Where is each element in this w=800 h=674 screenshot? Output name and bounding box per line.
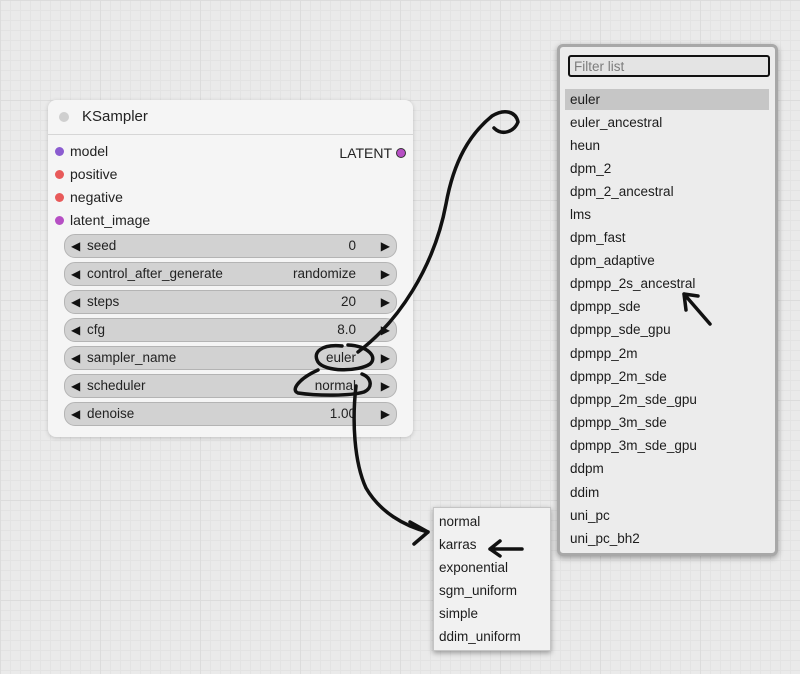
widget-value: euler bbox=[325, 350, 356, 365]
sampler-option[interactable]: ddim bbox=[565, 482, 769, 503]
widget-denoise[interactable]: ◀ denoise 1.00 ▶ bbox=[64, 402, 397, 426]
node-title: KSampler bbox=[82, 108, 148, 125]
sampler-option[interactable]: dpmpp_sde bbox=[565, 296, 769, 317]
decrement-arrow-icon[interactable]: ◀ bbox=[71, 235, 80, 257]
input-slot-label: model bbox=[70, 143, 109, 159]
widget-value: 1.00 bbox=[329, 406, 356, 421]
widget-value: 20 bbox=[340, 294, 356, 309]
sampler-option[interactable]: dpmpp_2s_ancestral bbox=[565, 273, 769, 294]
widget-control-after-generate[interactable]: ◀ control_after_generate randomize ▶ bbox=[64, 262, 397, 286]
sampler-dropdown-menu[interactable]: euler euler_ancestral heun dpm_2 dpm_2_a… bbox=[557, 44, 778, 556]
sampler-option[interactable]: dpmpp_3m_sde bbox=[565, 412, 769, 433]
input-slot-label: negative bbox=[70, 189, 123, 205]
input-slot-label: latent_image bbox=[70, 212, 151, 228]
sampler-option[interactable]: ddpm bbox=[565, 458, 769, 479]
sampler-option[interactable]: heun bbox=[565, 135, 769, 156]
sampler-option[interactable]: dpm_2 bbox=[565, 158, 769, 179]
sampler-option[interactable]: lms bbox=[565, 204, 769, 225]
sampler-option[interactable]: dpmpp_2m_sde bbox=[565, 366, 769, 387]
filter-list-input[interactable] bbox=[568, 55, 770, 77]
widget-steps[interactable]: ◀ steps 20 ▶ bbox=[64, 290, 397, 314]
widget-label: sampler_name bbox=[87, 350, 177, 365]
increment-arrow-icon[interactable]: ▶ bbox=[381, 375, 390, 397]
scheduler-option[interactable]: simple bbox=[434, 603, 550, 625]
increment-arrow-icon[interactable]: ▶ bbox=[381, 235, 390, 257]
input-slot-label: positive bbox=[70, 166, 118, 182]
widget-value: 0 bbox=[348, 238, 356, 253]
widget-label: seed bbox=[87, 238, 117, 253]
sampler-option[interactable]: uni_pc bbox=[565, 505, 769, 526]
widget-label: scheduler bbox=[87, 378, 146, 393]
sampler-option[interactable]: uni_pc_bh2 bbox=[565, 528, 769, 549]
sampler-option[interactable]: dpm_2_ancestral bbox=[565, 181, 769, 202]
latent-output-dot[interactable] bbox=[396, 148, 406, 158]
decrement-arrow-icon[interactable]: ◀ bbox=[71, 347, 80, 369]
scheduler-dropdown-menu[interactable]: normal karras exponential sgm_uniform si… bbox=[433, 507, 551, 651]
widget-value: 8.0 bbox=[337, 322, 356, 337]
model-slot-dot[interactable] bbox=[55, 147, 64, 156]
sampler-option[interactable]: euler_ancestral bbox=[565, 112, 769, 133]
sampler-option[interactable]: dpmpp_3m_sde_gpu bbox=[565, 435, 769, 456]
latent-image-slot-dot[interactable] bbox=[55, 216, 64, 225]
scheduler-option[interactable]: exponential bbox=[434, 557, 550, 579]
scheduler-option[interactable]: normal bbox=[434, 511, 550, 533]
sampler-option[interactable]: dpmpp_2m_sde_gpu bbox=[565, 389, 769, 410]
scheduler-option[interactable]: ddim_uniform bbox=[434, 626, 550, 648]
scheduler-option[interactable]: sgm_uniform bbox=[434, 580, 550, 602]
sampler-option[interactable]: euler bbox=[565, 89, 769, 110]
widget-seed[interactable]: ◀ seed 0 ▶ bbox=[64, 234, 397, 258]
sampler-option[interactable]: dpm_fast bbox=[565, 227, 769, 248]
negative-slot-dot[interactable] bbox=[55, 193, 64, 202]
decrement-arrow-icon[interactable]: ◀ bbox=[71, 375, 80, 397]
widget-value: randomize bbox=[292, 266, 356, 281]
hand-drawn-arrow-icon bbox=[408, 520, 430, 546]
node-title-bar[interactable]: KSampler bbox=[48, 100, 413, 135]
node-collapse-dot[interactable] bbox=[59, 112, 69, 122]
increment-arrow-icon[interactable]: ▶ bbox=[381, 319, 390, 341]
widget-label: control_after_generate bbox=[87, 266, 223, 281]
increment-arrow-icon[interactable]: ▶ bbox=[381, 347, 390, 369]
widget-label: cfg bbox=[87, 322, 106, 337]
increment-arrow-icon[interactable]: ▶ bbox=[381, 263, 390, 285]
widget-label: steps bbox=[87, 294, 120, 309]
increment-arrow-icon[interactable]: ▶ bbox=[381, 403, 390, 425]
sampler-option[interactable]: dpmpp_2m bbox=[565, 343, 769, 364]
decrement-arrow-icon[interactable]: ◀ bbox=[71, 319, 80, 341]
increment-arrow-icon[interactable]: ▶ bbox=[381, 291, 390, 313]
sampler-option[interactable]: dpmpp_sde_gpu bbox=[565, 319, 769, 340]
decrement-arrow-icon[interactable]: ◀ bbox=[71, 263, 80, 285]
widget-cfg[interactable]: ◀ cfg 8.0 ▶ bbox=[64, 318, 397, 342]
decrement-arrow-icon[interactable]: ◀ bbox=[71, 403, 80, 425]
positive-slot-dot[interactable] bbox=[55, 170, 64, 179]
widget-label: denoise bbox=[87, 406, 135, 421]
ksampler-node[interactable]: KSampler model positive negative latent_… bbox=[48, 100, 413, 437]
widget-sampler-name[interactable]: ◀ sampler_name euler ▶ bbox=[64, 346, 397, 370]
scheduler-option[interactable]: karras bbox=[434, 534, 550, 556]
output-slot-label: LATENT bbox=[339, 145, 392, 161]
widget-value: normal bbox=[314, 378, 356, 393]
decrement-arrow-icon[interactable]: ◀ bbox=[71, 291, 80, 313]
widget-scheduler[interactable]: ◀ scheduler normal ▶ bbox=[64, 374, 397, 398]
sampler-option[interactable]: dpm_adaptive bbox=[565, 250, 769, 271]
